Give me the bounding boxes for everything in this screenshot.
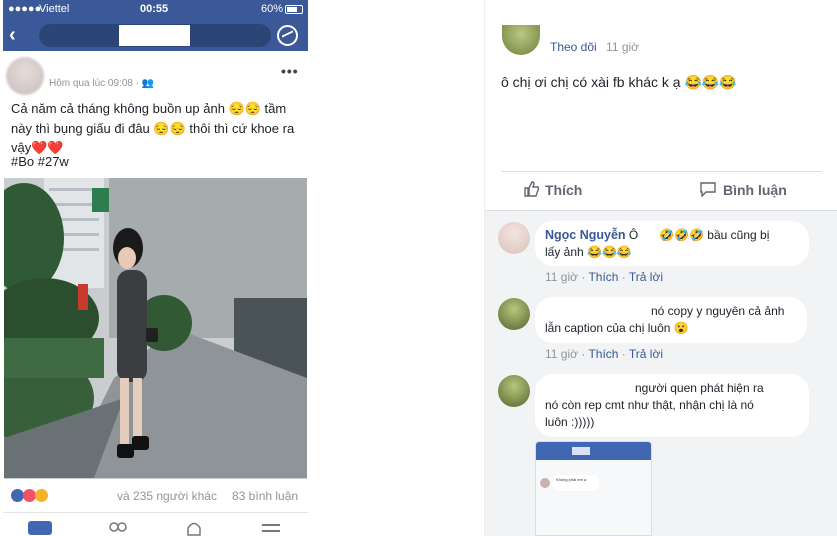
- post-timestamp[interactable]: 11 giờ: [606, 40, 639, 54]
- commenter-avatar[interactable]: [498, 375, 530, 407]
- divider: [501, 171, 822, 172]
- comment-button[interactable]: Bình luận: [700, 182, 787, 198]
- follow-line: Theo dõi 11 giờ: [550, 40, 639, 54]
- comment-bubble: nó copy y nguyên cả ảnh lẫn caption của …: [535, 297, 807, 343]
- signal-icon: ●●●●●: [8, 3, 42, 15]
- messenger-icon[interactable]: [277, 25, 298, 46]
- comment-text: lẫn caption của chị luôn 😮: [545, 321, 689, 335]
- haha-reaction-icon: [35, 489, 48, 502]
- carrier-label: Viettel: [39, 3, 70, 15]
- comment-like-link[interactable]: Thích: [588, 347, 618, 361]
- commenter-name[interactable]: Ngọc Nguyễn: [545, 228, 626, 242]
- comment-text: luôn :))))): [545, 415, 595, 429]
- reaction-count: và 235 người khác: [117, 489, 217, 503]
- comment-meta: 11 giờ · Thích · Trả lời: [545, 270, 664, 284]
- clock: 00:55: [140, 3, 169, 15]
- top-nav-bar: ‹: [3, 20, 308, 51]
- battery-percent: 60%: [261, 3, 284, 15]
- post-header: Hôm qua lúc 09:08 · 👥 •••: [3, 51, 308, 95]
- comment-text: nó còn rep cmt như thật, nhận chị là nó: [545, 398, 754, 412]
- comment-like-link[interactable]: Thích: [588, 270, 618, 284]
- attachment-comment-text: Không phải em ạ: [556, 477, 587, 482]
- photo-illustration: [4, 178, 307, 479]
- attachment-navbar: [536, 442, 651, 460]
- post-timestamp[interactable]: Hôm qua lúc 09:08 · 👥: [49, 78, 154, 89]
- author-avatar[interactable]: [6, 57, 44, 95]
- post-text: Cả năm cả tháng không buồn up ảnh 😔😔 tầm…: [11, 101, 295, 155]
- comment-text: nó copy y nguyên cả ảnh: [651, 304, 785, 318]
- comment-text: người quen phát hiện ra: [635, 381, 764, 395]
- comment-reply-link[interactable]: Trả lời: [629, 347, 663, 361]
- battery-icon: [285, 5, 303, 14]
- commenter-avatar[interactable]: [498, 298, 530, 330]
- comment-count[interactable]: 83 bình luận: [232, 489, 298, 503]
- comment-bubble: người quen phát hiện ra nó còn rep cmt n…: [535, 374, 809, 437]
- post-text: ô chị ơi chị có xài fb khác k ạ 😂😂😂: [501, 74, 737, 90]
- redacted-box: [572, 447, 590, 455]
- attachment-comment: Không phải em ạ: [553, 475, 599, 491]
- menu-tab-icon[interactable]: [259, 519, 283, 536]
- follow-link[interactable]: Theo dõi: [550, 40, 597, 54]
- back-chevron-icon[interactable]: ‹: [9, 24, 16, 46]
- like-label: Thích: [545, 182, 583, 198]
- comment-attachment-screenshot[interactable]: Không phải em ạ: [535, 441, 652, 536]
- friends-tab-icon[interactable]: [106, 519, 130, 536]
- notifications-tab-icon[interactable]: [182, 519, 206, 536]
- comment-reply-link[interactable]: Trả lời: [629, 270, 663, 284]
- commenter-avatar[interactable]: [498, 222, 530, 254]
- attachment-avatar: [540, 478, 550, 488]
- comment-meta: 11 giờ · Thích · Trả lời: [545, 347, 664, 361]
- reaction-summary[interactable]: và 235 người khác 83 bình luận: [3, 484, 308, 508]
- redacted-name-box: [119, 25, 190, 46]
- bottom-tab-bar: [3, 512, 308, 536]
- post-hashtags[interactable]: #Bo #27w: [11, 154, 69, 169]
- comment-time[interactable]: 11 giờ: [545, 347, 578, 361]
- status-bar: ●●●●● Viettel 00:55 60%: [3, 0, 308, 20]
- left-phone-screenshot: ●●●●● Viettel 00:55 60% ‹ Hôm qua lúc 09…: [3, 0, 308, 536]
- comment-bubble: Ngọc Nguyễn Ô ⠀⠀🤣🤣🤣 bầu cũng bị lấy ảnh …: [535, 221, 809, 266]
- comment-text: Ô ⠀⠀🤣🤣🤣 bầu cũng bị: [628, 228, 770, 242]
- comment-time[interactable]: 11 giờ: [545, 270, 578, 284]
- speech-bubble-icon: [700, 182, 716, 197]
- comment-label: Bình luận: [723, 182, 787, 198]
- op-avatar[interactable]: [502, 25, 540, 55]
- comment-text: lấy ảnh 😂😂😂: [545, 245, 632, 259]
- like-button[interactable]: Thích: [524, 181, 583, 198]
- thumbs-up-icon: [524, 181, 540, 197]
- post-options-icon[interactable]: •••: [281, 63, 299, 79]
- post-photo[interactable]: [4, 178, 307, 479]
- news-feed-tab-icon[interactable]: [28, 521, 52, 535]
